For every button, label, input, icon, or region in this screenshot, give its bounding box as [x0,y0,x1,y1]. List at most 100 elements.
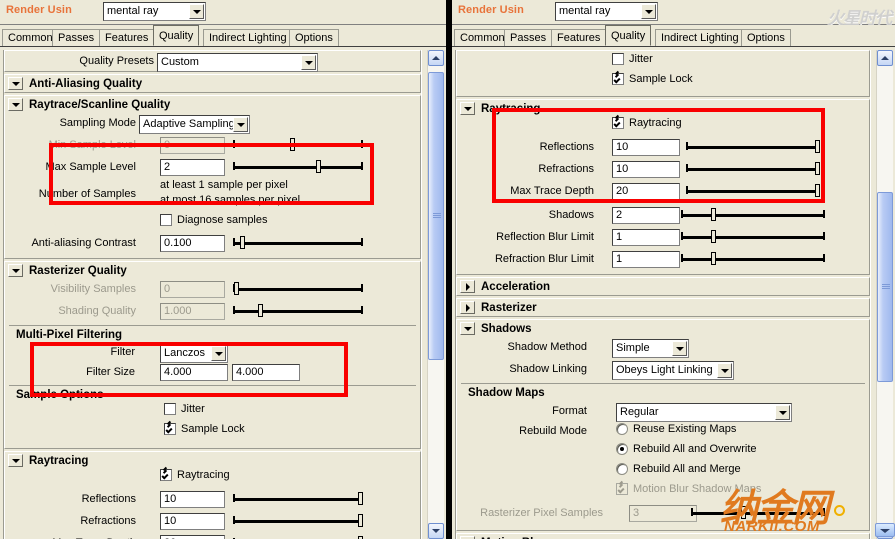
refraction-blur-limit-slider[interactable] [681,251,825,267]
rasterizer-pixel-samples-field[interactable]: 3 [629,505,697,522]
shading-quality-field[interactable]: 1.000 [160,303,225,320]
shadow-method-combobox[interactable]: Simple [612,339,689,358]
scrollbar-left[interactable] [427,50,444,539]
renderer-combobox[interactable]: mental ray [103,2,206,21]
collapse-toggle-icon[interactable] [460,322,475,335]
tab-indirect-lighting[interactable]: Indirect Lighting [655,29,745,46]
chevron-down-icon[interactable] [672,341,687,356]
raytracing-enable-checkbox[interactable]: Raytracing [612,117,682,129]
collapse-toggle-icon[interactable] [8,98,23,111]
min-sample-level-slider[interactable] [233,137,363,153]
shadows-field[interactable]: 2 [612,207,680,224]
chevron-down-icon[interactable] [775,405,790,420]
scroll-up-button[interactable] [877,50,893,66]
renderer-combobox[interactable]: mental ray [555,2,658,21]
scroll-down-button[interactable] [877,523,893,539]
radio-rebuild-all-and-merge[interactable]: Rebuild All and Merge [616,463,741,475]
reflection-blur-limit-slider[interactable] [681,229,825,245]
max-trace-depth-field[interactable]: 20 [612,183,680,200]
filter-size-y-field[interactable]: 4.000 [232,364,300,381]
chevron-down-icon[interactable] [189,4,204,19]
radio-rebuild-all-and-overwrite[interactable]: Rebuild All and Overwrite [616,443,757,455]
scroll-down-button[interactable] [428,523,444,539]
max-trace-depth-slider[interactable] [233,535,363,539]
acceleration-header[interactable]: Acceleration [457,278,869,295]
quality-presets-combobox[interactable]: Custom [157,53,318,72]
reflections-slider[interactable] [686,139,820,155]
raytracing-enable-checkbox[interactable]: Raytracing [160,469,230,481]
tab-quality[interactable]: Quality [605,25,652,46]
tab-quality[interactable]: Quality [153,25,200,46]
radio-reuse-existing-maps[interactable]: Reuse Existing Maps [616,423,736,435]
collapse-toggle-icon[interactable] [8,77,23,90]
motion-blur-shadow-maps-checkbox[interactable]: Motion Blur Shadow Maps [616,483,761,495]
tab-features[interactable]: Features [551,29,607,46]
diagnose-samples-checkbox[interactable]: Diagnose samples [160,214,268,226]
motion-blur-header[interactable]: Motion Blur [457,534,869,539]
sample-lock-checkbox[interactable]: Sample Lock [164,423,245,435]
raytracing-header[interactable]: Raytracing [5,452,420,469]
jitter-checkbox[interactable]: Jitter [612,53,653,65]
rasterizer-pixel-samples-slider[interactable] [691,505,825,521]
rasterizer-quality-header[interactable]: Rasterizer Quality [5,262,420,279]
rasterizer-header[interactable]: Rasterizer [457,299,869,316]
shading-quality-slider[interactable] [233,303,363,319]
min-sample-level-field[interactable]: 0 [160,137,225,154]
raytrace-scanline-quality-header[interactable]: Raytrace/Scanline Quality [5,96,420,113]
tab-common[interactable]: Common [454,29,511,46]
refractions-field[interactable]: 10 [612,161,680,178]
tab-common[interactable]: Common [2,29,59,46]
max-trace-depth-slider[interactable] [686,183,820,199]
collapse-toggle-icon[interactable] [460,102,475,115]
scrollbar-right[interactable] [876,50,893,539]
tab-passes[interactable]: Passes [52,29,101,46]
collapse-toggle-icon[interactable] [8,264,23,277]
anti-aliasing-contrast-field[interactable]: 0.100 [160,235,225,252]
visibility-samples-slider[interactable] [233,281,363,297]
reflections-field[interactable]: 10 [160,491,225,508]
sampling-mode-combobox[interactable]: Adaptive Sampling [139,115,250,134]
tab-options[interactable]: Options [741,29,791,46]
jitter-checkbox[interactable]: Jitter [164,403,205,415]
tab-passes[interactable]: Passes [504,29,553,46]
tab-options[interactable]: Options [289,29,339,46]
chevron-down-icon[interactable] [233,117,248,132]
refractions-slider[interactable] [686,161,820,177]
reflections-slider[interactable] [233,491,363,507]
scroll-up-button[interactable] [428,50,444,66]
reflections-field[interactable]: 10 [612,139,680,156]
sample-lock-checkbox[interactable]: Sample Lock [612,73,693,85]
anti-aliasing-quality-header[interactable]: Anti-Aliasing Quality [5,75,420,92]
scrollbar-thumb[interactable] [428,72,444,360]
refractions-field[interactable]: 10 [160,513,225,530]
chevron-down-icon[interactable] [717,363,732,378]
chevron-down-icon[interactable] [301,55,316,70]
filter-combobox[interactable]: Lanczos [160,344,228,363]
raytracing-header[interactable]: Raytracing [457,100,869,117]
max-trace-depth-field[interactable]: 20 [160,535,225,539]
reflection-blur-limit-field[interactable]: 1 [612,229,680,246]
visibility-samples-field[interactable]: 0 [160,281,225,298]
refractions-slider[interactable] [233,513,363,529]
sampling-mode-row: Sampling Mode Adaptive Sampling [5,113,420,135]
tab-indirect-lighting[interactable]: Indirect Lighting [203,29,293,46]
chevron-down-icon[interactable] [641,4,656,19]
motion-blur-shadow-maps-label: Motion Blur Shadow Maps [633,483,762,495]
jitter-label: Jitter [629,53,653,65]
scrollbar-thumb[interactable] [877,192,893,382]
shadows-slider[interactable] [681,207,825,223]
refraction-blur-limit-field[interactable]: 1 [612,251,680,268]
shadows-header[interactable]: Shadows [457,320,869,337]
reflections-label: Reflections [539,141,594,153]
tab-features[interactable]: Features [99,29,155,46]
filter-size-x-field[interactable]: 4.000 [160,364,228,381]
max-sample-level-slider[interactable] [233,159,363,175]
chevron-down-icon[interactable] [211,346,226,361]
max-sample-level-field[interactable]: 2 [160,159,225,176]
collapse-toggle-icon[interactable] [8,454,23,467]
expand-toggle-icon[interactable] [460,301,475,314]
format-combobox[interactable]: Regular [616,403,792,422]
shadow-linking-combobox[interactable]: Obeys Light Linking [612,361,734,380]
expand-toggle-icon[interactable] [460,280,475,293]
anti-aliasing-contrast-slider[interactable] [233,235,363,251]
